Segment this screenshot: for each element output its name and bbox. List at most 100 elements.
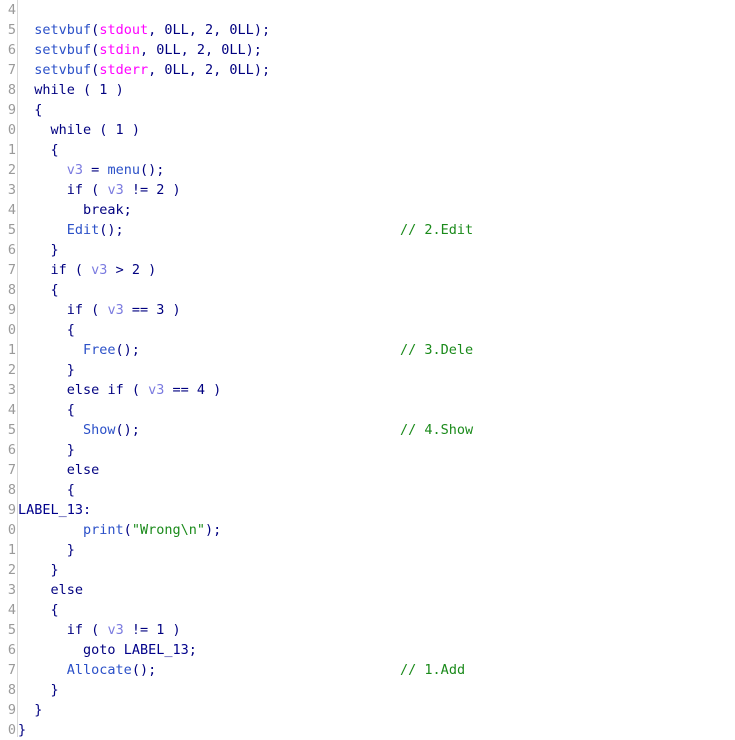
code-line[interactable]: 2 } — [0, 360, 735, 380]
code-line-text: setvbuf(stdout, 0LL, 2, 0LL); — [18, 20, 270, 40]
code-line[interactable]: 7 setvbuf(stderr, 0LL, 2, 0LL); — [0, 60, 735, 80]
code-line[interactable]: 5 setvbuf(stdout, 0LL, 2, 0LL); — [0, 20, 735, 40]
code-token: else — [66, 382, 100, 398]
code-token: 0LL — [229, 22, 254, 38]
code-line[interactable]: 6 } — [0, 440, 735, 460]
code-token[interactable]: v3 — [148, 382, 164, 398]
code-token: { — [50, 602, 59, 618]
code-token[interactable]: Free — [83, 342, 116, 358]
code-token: (); — [115, 422, 140, 438]
code-line[interactable]: 9 if ( v3 == 3 ) — [0, 300, 735, 320]
code-line[interactable]: 7 if ( v3 > 2 ) — [0, 260, 735, 280]
code-line[interactable]: 0 print("Wrong\n"); — [0, 520, 735, 540]
code-token: } — [50, 562, 59, 578]
code-token[interactable]: v3 — [67, 162, 83, 178]
code-line[interactable]: 1 { — [0, 140, 735, 160]
code-token: goto — [83, 642, 116, 658]
code-token: 0LL — [164, 62, 189, 78]
code-line[interactable]: 7 Allocate(); // 1.Add — [0, 660, 735, 680]
code-line[interactable]: 6 } — [0, 240, 735, 260]
code-token: ) — [164, 622, 181, 638]
code-token: == — [123, 302, 157, 318]
code-line[interactable]: 5 Show(); // 4.Show — [0, 420, 735, 440]
code-token: if — [66, 302, 84, 318]
line-number: 1 — [7, 342, 16, 358]
code-line[interactable]: 2 v3 = menu(); — [0, 160, 735, 180]
code-line[interactable]: 3 if ( v3 != 2 ) — [0, 180, 735, 200]
code-token: (); — [99, 222, 124, 238]
line-number: 8 — [7, 482, 16, 498]
code-token[interactable]: v3 — [107, 622, 123, 638]
code-token: ) — [107, 82, 124, 98]
code-line[interactable]: 5 Edit(); // 2.Edit — [0, 220, 735, 240]
code-line[interactable]: 2 } — [0, 560, 735, 580]
code-token[interactable]: print — [83, 522, 124, 538]
code-line-text: } — [18, 360, 75, 380]
code-line[interactable]: 8 } — [0, 680, 735, 700]
code-line-text: print("Wrong\n"); — [18, 520, 221, 540]
code-line[interactable]: 0} — [0, 720, 735, 740]
code-line[interactable]: 5 if ( v3 != 1 ) — [0, 620, 735, 640]
code-token[interactable]: v3 — [107, 302, 123, 318]
code-line[interactable]: 6 goto LABEL_13; — [0, 640, 735, 660]
code-token[interactable]: setvbuf — [34, 22, 91, 38]
line-number: 8 — [7, 682, 16, 698]
line-number: 7 — [7, 662, 16, 678]
code-token: ); — [204, 522, 222, 538]
code-token[interactable]: v3 — [107, 182, 123, 198]
code-token: ) — [164, 182, 181, 198]
code-token[interactable]: setvbuf — [34, 42, 91, 58]
code-token: != — [123, 622, 157, 638]
code-line[interactable]: 9 LABEL_13: — [0, 500, 735, 520]
code-token[interactable]: Allocate — [67, 662, 132, 678]
code-line[interactable]: 7 else — [0, 460, 735, 480]
code-line[interactable]: 8 { — [0, 480, 735, 500]
code-line[interactable]: 9 { — [0, 100, 735, 120]
code-line[interactable]: 8 while ( 1 ) — [0, 80, 735, 100]
code-line[interactable]: 1 } — [0, 540, 735, 560]
code-token: ( — [83, 302, 108, 318]
code-line[interactable]: 6 setvbuf(stdin, 0LL, 2, 0LL); — [0, 40, 735, 60]
code-token: while — [34, 82, 75, 98]
code-token[interactable]: menu — [107, 162, 140, 178]
code-token: 4 — [196, 382, 206, 398]
code-token: 2 — [205, 62, 214, 78]
code-line[interactable]: 0 while ( 1 ) — [0, 120, 735, 140]
code-line[interactable]: 0 { — [0, 320, 735, 340]
code-line[interactable]: 4 { — [0, 400, 735, 420]
code-token: if — [107, 382, 124, 398]
code-token: } — [66, 362, 75, 378]
line-number: 8 — [7, 282, 16, 298]
code-line[interactable]: 9 } — [0, 700, 735, 720]
code-line[interactable]: 4 break; — [0, 200, 735, 220]
code-line[interactable]: 3 else — [0, 580, 735, 600]
code-line[interactable]: 4 — [0, 0, 735, 20]
code-line[interactable]: 4 { — [0, 600, 735, 620]
code-token: 0LL — [221, 42, 246, 58]
code-token: ; — [188, 642, 197, 658]
code-token[interactable]: Edit — [67, 222, 100, 238]
line-number: 3 — [7, 182, 16, 198]
pseudocode-view[interactable]: 45 setvbuf(stdout, 0LL, 2, 0LL); 6 setvbu… — [0, 0, 735, 740]
code-line-text: while ( 1 ) — [18, 80, 124, 100]
code-line-list: 45 setvbuf(stdout, 0LL, 2, 0LL); 6 setvbu… — [0, 0, 735, 740]
code-line-text: if ( v3 == 3 ) — [18, 300, 181, 320]
code-line[interactable]: 1 Free(); // 3.Dele — [0, 340, 735, 360]
code-line[interactable]: 3 else if ( v3 == 4 ) — [0, 380, 735, 400]
code-token: 1 — [115, 122, 124, 138]
code-line[interactable]: 8 { — [0, 280, 735, 300]
code-line-text: setvbuf(stderr, 0LL, 2, 0LL); — [18, 60, 270, 80]
code-token[interactable]: setvbuf — [34, 62, 91, 78]
code-token[interactable]: v3 — [91, 262, 107, 278]
code-token[interactable]: LABEL_13: — [18, 502, 91, 518]
code-token[interactable]: Show — [83, 422, 116, 438]
code-token[interactable]: LABEL_13 — [124, 642, 189, 658]
